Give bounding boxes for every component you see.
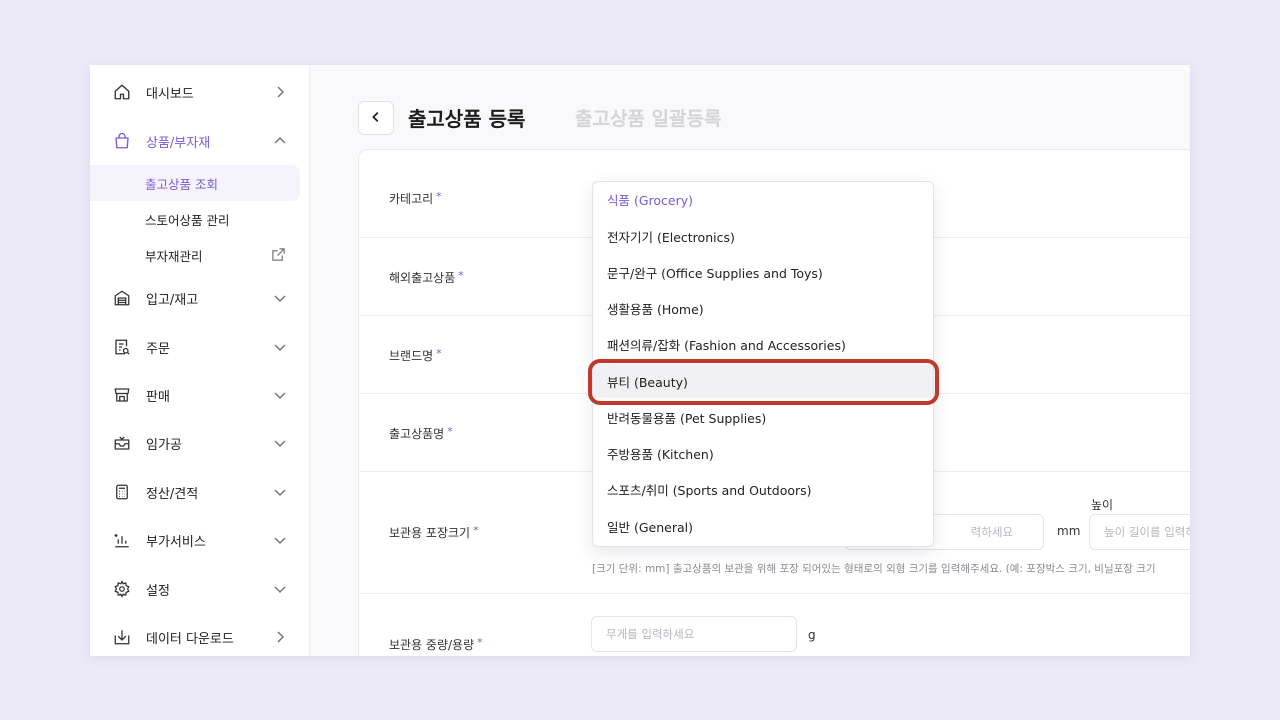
chevron-down-icon (272, 290, 288, 306)
order-list-icon (112, 337, 132, 357)
chevron-right-icon (272, 629, 288, 645)
back-button[interactable] (358, 101, 394, 135)
height-input[interactable]: 높이 길이를 입력하 (1089, 514, 1190, 550)
inbox-icon (112, 433, 132, 453)
bar-chart-icon (112, 530, 132, 550)
category-dropdown: 식품 (Grocery) 전자기기 (Electronics) 문구/완구 (O… (592, 181, 934, 547)
sidebar-item-inventory[interactable]: 입고/재고 (90, 278, 310, 318)
sidebar-subitem-store-products[interactable]: 스토어상품 관리 (90, 201, 300, 237)
store-icon (112, 385, 132, 405)
sidebar-item-label: 데이터 다운로드 (146, 631, 234, 647)
sidebar-item-label: 주문 (146, 341, 170, 357)
tab-bulk-register[interactable]: 출고상품 일괄등록 (575, 104, 721, 131)
sidebar-item-sales[interactable]: 판매 (90, 375, 310, 415)
sidebar-item-label: 입고/재고 (146, 292, 199, 308)
sidebar-item-products[interactable]: 상품/부자재 (90, 121, 310, 161)
chevron-down-icon (272, 532, 288, 548)
gear-icon (112, 579, 132, 599)
sidebar-item-settings[interactable]: 설정 (90, 569, 310, 609)
category-option-electronics[interactable]: 전자기기 (Electronics) (593, 219, 933, 253)
category-option-kitchen[interactable]: 주방용품 (Kitchen) (593, 436, 933, 470)
product-name-label: 출고상품명 * (389, 425, 453, 441)
chevron-down-icon (272, 339, 288, 355)
home-icon (112, 82, 132, 102)
sidebar-item-processing[interactable]: 임가공 (90, 423, 310, 463)
chevron-up-icon (272, 133, 288, 149)
weight-label: 보관용 중량/용량 * (389, 636, 483, 652)
chevron-down-icon (272, 484, 288, 500)
width-unit: mm (1057, 524, 1081, 538)
chevron-down-icon (272, 387, 288, 403)
category-label: 카테고리 * (389, 190, 442, 206)
chevron-right-icon (272, 84, 288, 100)
sidebar-subitem-label: 출고상품 조회 (145, 176, 218, 192)
sidebar-item-orders[interactable]: 주문 (90, 327, 310, 367)
category-option-pet-supplies[interactable]: 반려동물용품 (Pet Supplies) (593, 400, 933, 434)
weight-unit: g (808, 628, 816, 642)
shopping-bag-icon (112, 131, 132, 151)
sidebar-item-label: 임가공 (146, 437, 182, 453)
warehouse-icon (112, 288, 132, 308)
size-hint: [크기 단위: mm] 출고상품의 보관을 위해 포장 되어있는 형태로의 외형… (592, 563, 1156, 575)
calculator-icon (112, 482, 132, 502)
category-option-home[interactable]: 생활용품 (Home) (593, 291, 933, 325)
tab-register-product[interactable]: 출고상품 등록 (408, 103, 525, 132)
sidebar-item-label: 대시보드 (146, 86, 194, 102)
chevron-down-icon (272, 435, 288, 451)
sidebar-subitem-outbound-products[interactable]: 출고상품 조회 (90, 165, 300, 201)
category-option-sports[interactable]: 스포츠/취미 (Sports and Outdoors) (593, 472, 933, 506)
sidebar-item-settlement[interactable]: 정산/견적 (90, 472, 310, 512)
sidebar-subitem-materials[interactable]: 부자재관리 (90, 237, 300, 273)
sidebar-item-label: 상품/부자재 (146, 135, 211, 151)
sidebar-item-label: 설정 (146, 583, 170, 599)
overseas-label: 해외출고상품 * (389, 269, 464, 285)
category-option-fashion[interactable]: 패션의류/잡화 (Fashion and Accessories) (593, 327, 933, 361)
category-option-beauty[interactable]: 뷰티 (Beauty) (593, 364, 933, 398)
external-link-icon (271, 247, 287, 263)
sidebar-item-label: 부가서비스 (146, 534, 206, 550)
sidebar-item-dashboard[interactable]: 대시보드 (90, 72, 310, 112)
download-icon (112, 627, 132, 647)
sidebar-subitem-label: 스토어상품 관리 (145, 212, 230, 228)
package-size-label: 보관용 포장크기 * (389, 524, 479, 540)
form-row-weight: 보관용 중량/용량 * 무게를 입력하세요 g (359, 594, 1190, 656)
category-option-grocery[interactable]: 식품 (Grocery) (593, 182, 933, 216)
category-option-general[interactable]: 일반 (General) (593, 509, 933, 543)
height-label: 높이 (1091, 498, 1114, 512)
category-option-office-toys[interactable]: 문구/완구 (Office Supplies and Toys) (593, 255, 933, 289)
chevron-left-icon (369, 109, 383, 128)
sidebar-subitem-label: 부자재관리 (145, 248, 203, 264)
weight-input[interactable]: 무게를 입력하세요 (591, 616, 797, 652)
sidebar-item-label: 판매 (146, 389, 170, 405)
sidebar-item-extra-services[interactable]: 부가서비스 (90, 520, 310, 560)
sidebar: 대시보드 상품/부자재 출고상품 조회 스토어상품 관리 부자재관리 입고/재고… (90, 65, 310, 656)
chevron-down-icon (272, 581, 288, 597)
sidebar-item-data-download[interactable]: 데이터 다운로드 (90, 617, 310, 656)
brand-label: 브랜드명 * (389, 347, 442, 363)
sidebar-item-label: 정산/견적 (146, 486, 199, 502)
